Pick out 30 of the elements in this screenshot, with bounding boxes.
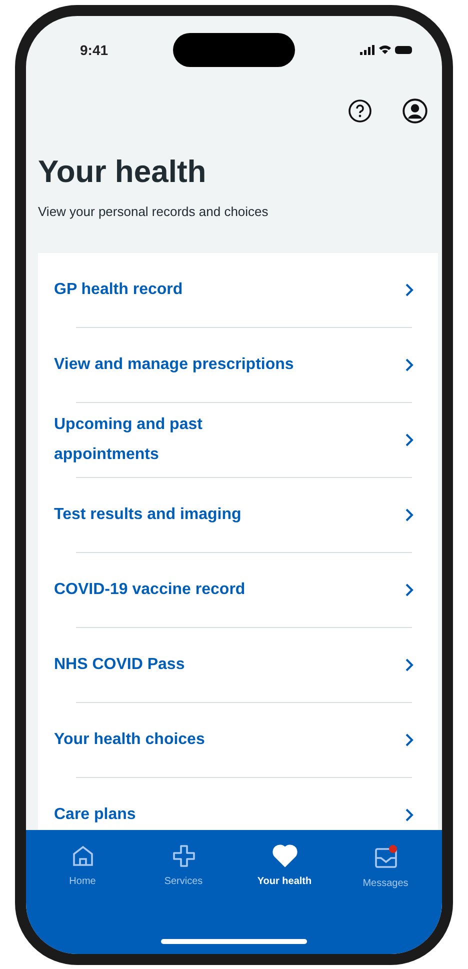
chevron-icon [405, 808, 414, 822]
nav-tab[interactable]: Home [38, 844, 126, 886]
page-subtitle: View your personal records and choices [38, 204, 270, 218]
chevron-icon [405, 282, 414, 296]
menu-link[interactable]: Upcoming and past appointments [38, 402, 438, 476]
menu-link[interactable]: COVID-19 vaccine record [38, 552, 438, 626]
chevron-icon [405, 358, 414, 372]
menu-link[interactable]: Test results and imaging [38, 478, 438, 552]
nav-tab[interactable]: Messages [342, 844, 430, 888]
chevron-icon [405, 508, 414, 522]
help-icon[interactable] [348, 98, 372, 122]
home-icon [70, 844, 94, 868]
menu-link[interactable]: View and manage prescriptions [38, 328, 438, 402]
inbox-icon [372, 844, 398, 870]
chevron-icon [405, 432, 414, 446]
nav-tab[interactable]: Services [140, 844, 228, 886]
chevron-icon [405, 658, 414, 672]
status-icons [360, 44, 412, 56]
menu-link[interactable]: GP health record [38, 252, 438, 326]
chevron-icon [405, 732, 414, 746]
page-title: Your health [38, 154, 208, 190]
menu-link[interactable]: Your health choices [38, 702, 438, 776]
account-icon[interactable] [402, 98, 428, 124]
menu-link[interactable]: NHS COVID Pass [38, 628, 438, 702]
nav-tab[interactable]: Your health [240, 844, 328, 886]
heart-icon [272, 844, 298, 868]
menu-link[interactable]: Care plans [38, 778, 438, 830]
cross-icon [172, 844, 196, 868]
chevron-icon [405, 582, 414, 596]
status-time: 9:41 [80, 42, 108, 58]
